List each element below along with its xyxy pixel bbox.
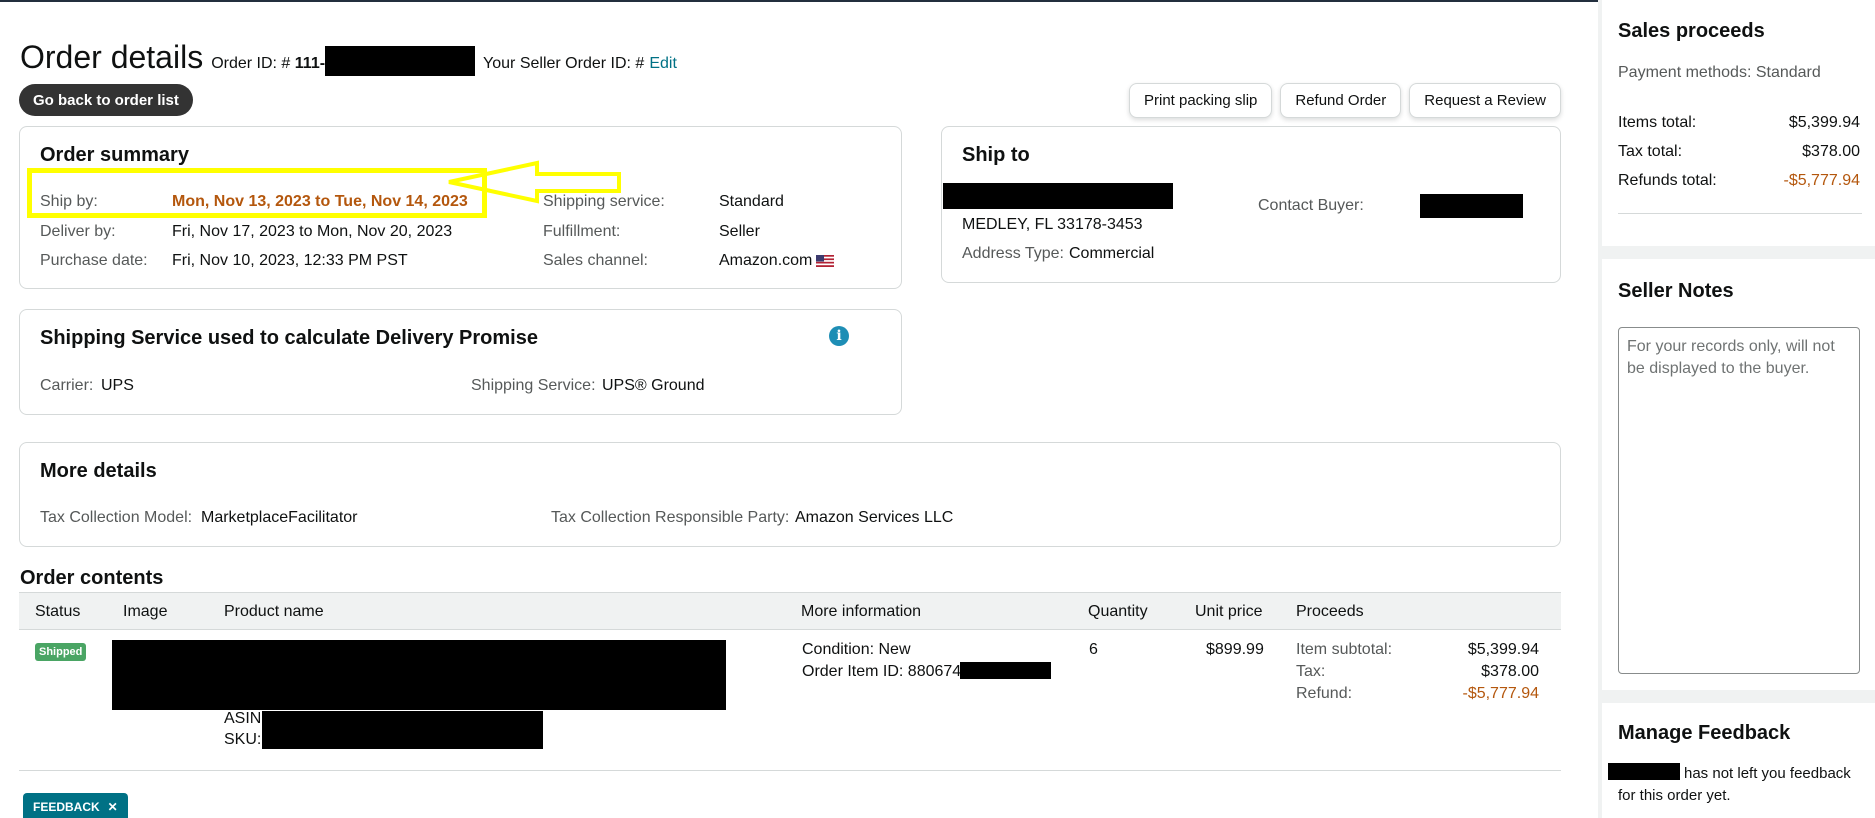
more-details-card (19, 442, 1561, 547)
order-id-value: 111- (294, 55, 326, 72)
order-contents-title: Order contents (20, 567, 164, 589)
address-type-label: Address Type: (962, 245, 1064, 262)
tax-model-value: MarketplaceFacilitator (201, 509, 358, 526)
service-value: UPS® Ground (602, 377, 705, 394)
deliver-by-label: Deliver by: (40, 223, 116, 240)
shipping-service-card-title: Shipping Service used to calculate Deliv… (40, 327, 538, 349)
tax-total-value: $378.00 (1802, 143, 1860, 160)
refund-order-button[interactable]: Refund Order (1280, 83, 1402, 118)
redacted-product-image-name[interactable] (112, 640, 726, 710)
asin-label: ASIN: (224, 710, 266, 727)
refunds-total-value: -$5,777.94 (1783, 172, 1860, 189)
feedback-text-line2: for this order yet. (1618, 787, 1731, 804)
feedback-tab[interactable]: FEEDBACK ✕ (23, 793, 128, 818)
table-header: Status Image Product name More informati… (19, 592, 1561, 630)
print-packing-slip-button[interactable]: Print packing slip (1128, 83, 1273, 118)
item-subtotal-label: Item subtotal: (1296, 641, 1393, 658)
refunds-total-label: Refunds total: (1618, 172, 1717, 189)
page-title: Order details (20, 39, 204, 75)
col-proceeds: Proceeds (1296, 603, 1364, 620)
feedback-text-line1: has not left you feedback (1684, 765, 1851, 782)
condition: Condition: New (802, 641, 911, 658)
tax-party-value: Amazon Services LLC (795, 509, 954, 526)
sales-channel-label: Sales channel: (543, 252, 648, 269)
feedback-label: FEEDBACK (33, 800, 100, 814)
more-details-title: More details (40, 460, 157, 482)
refund-label: Refund: (1296, 685, 1353, 702)
item-subtotal-value: $5,399.94 (1467, 641, 1539, 658)
redacted-buyer-name-feedback (1608, 763, 1680, 780)
status-badge: Shipped (35, 643, 87, 661)
service-label: Shipping Service: (471, 377, 596, 394)
shipping-service-value: Standard (719, 193, 784, 210)
tax-party-label: Tax Collection Responsible Party: (551, 509, 790, 526)
col-more-info: More information (801, 603, 922, 620)
unit-price-value: $899.99 (1206, 641, 1264, 658)
tax-model-label: Tax Collection Model: (40, 509, 193, 526)
highlight-annotation-box (27, 168, 487, 218)
tax-value: $378.00 (1481, 663, 1539, 680)
col-unit-price: Unit price (1195, 603, 1263, 620)
close-icon[interactable]: ✕ (108, 800, 118, 814)
col-product-name: Product name (224, 603, 324, 620)
edit-seller-order-id-link[interactable]: Edit (649, 55, 677, 73)
items-total-value: $5,399.94 (1788, 114, 1860, 131)
fulfillment-label: Fulfillment: (543, 223, 621, 240)
items-total-label: Items total: (1618, 114, 1697, 131)
address-type-value: Commercial (1069, 245, 1155, 262)
seller-notes-title: Seller Notes (1618, 280, 1734, 302)
purchase-date-label: Purchase date: (40, 252, 148, 269)
seller-notes-input[interactable] (1618, 327, 1860, 674)
quantity-value: 6 (1089, 641, 1098, 658)
redacted-asin-sku (262, 711, 543, 749)
refund-value: -$5,777.94 (1462, 685, 1539, 702)
purchase-date-value: Fri, Nov 10, 2023, 12:33 PM PST (172, 252, 408, 269)
redacted-contact-buyer[interactable] (1420, 194, 1523, 218)
arrow-annotation-icon (448, 160, 621, 204)
back-to-order-list-button[interactable]: Go back to order list (19, 84, 193, 116)
order-id-label: Order ID: # 111- (211, 55, 326, 72)
manage-feedback-title: Manage Feedback (1618, 722, 1791, 744)
us-flag-icon (816, 255, 834, 267)
seller-order-id-label: Your Seller Order ID: # (483, 55, 645, 72)
info-icon[interactable]: i (829, 326, 849, 346)
redacted-buyer-name (943, 183, 1173, 209)
redacted-order-id (325, 46, 476, 76)
fulfillment-value: Seller (719, 223, 760, 240)
carrier-label: Carrier: (40, 377, 94, 394)
contact-buyer-label: Contact Buyer: (1258, 197, 1364, 214)
col-image: Image (123, 603, 168, 620)
col-status: Status (35, 603, 81, 620)
order-item-id: Order Item ID: 880674 (802, 663, 962, 680)
ship-to-title: Ship to (962, 144, 1030, 166)
proceeds-divider (1618, 213, 1862, 214)
sales-channel-value: Amazon.com (719, 252, 813, 269)
order-actions: Print packing slip Refund Order Request … (1128, 83, 1561, 118)
shipping-service-card (19, 309, 902, 415)
col-quantity: Quantity (1088, 603, 1148, 620)
ship-to-city: MEDLEY, FL 33178-3453 (962, 216, 1143, 233)
order-summary-title: Order summary (40, 144, 189, 166)
tax-label: Tax: (1296, 663, 1326, 680)
redacted-order-item-id (960, 662, 1051, 679)
table-divider (19, 770, 1561, 771)
title-row: Order details Order ID: # 111- Your Sell… (20, 38, 677, 76)
payment-methods: Payment methods: Standard (1618, 64, 1821, 81)
tax-total-label: Tax total: (1618, 143, 1683, 160)
sales-proceeds-title: Sales proceeds (1618, 20, 1765, 42)
top-border (0, 0, 1875, 2)
sku-label: SKU: (224, 731, 262, 748)
request-review-button[interactable]: Request a Review (1409, 83, 1561, 118)
carrier-value: UPS (101, 377, 134, 394)
deliver-by-value: Fri, Nov 17, 2023 to Mon, Nov 20, 2023 (172, 223, 453, 240)
